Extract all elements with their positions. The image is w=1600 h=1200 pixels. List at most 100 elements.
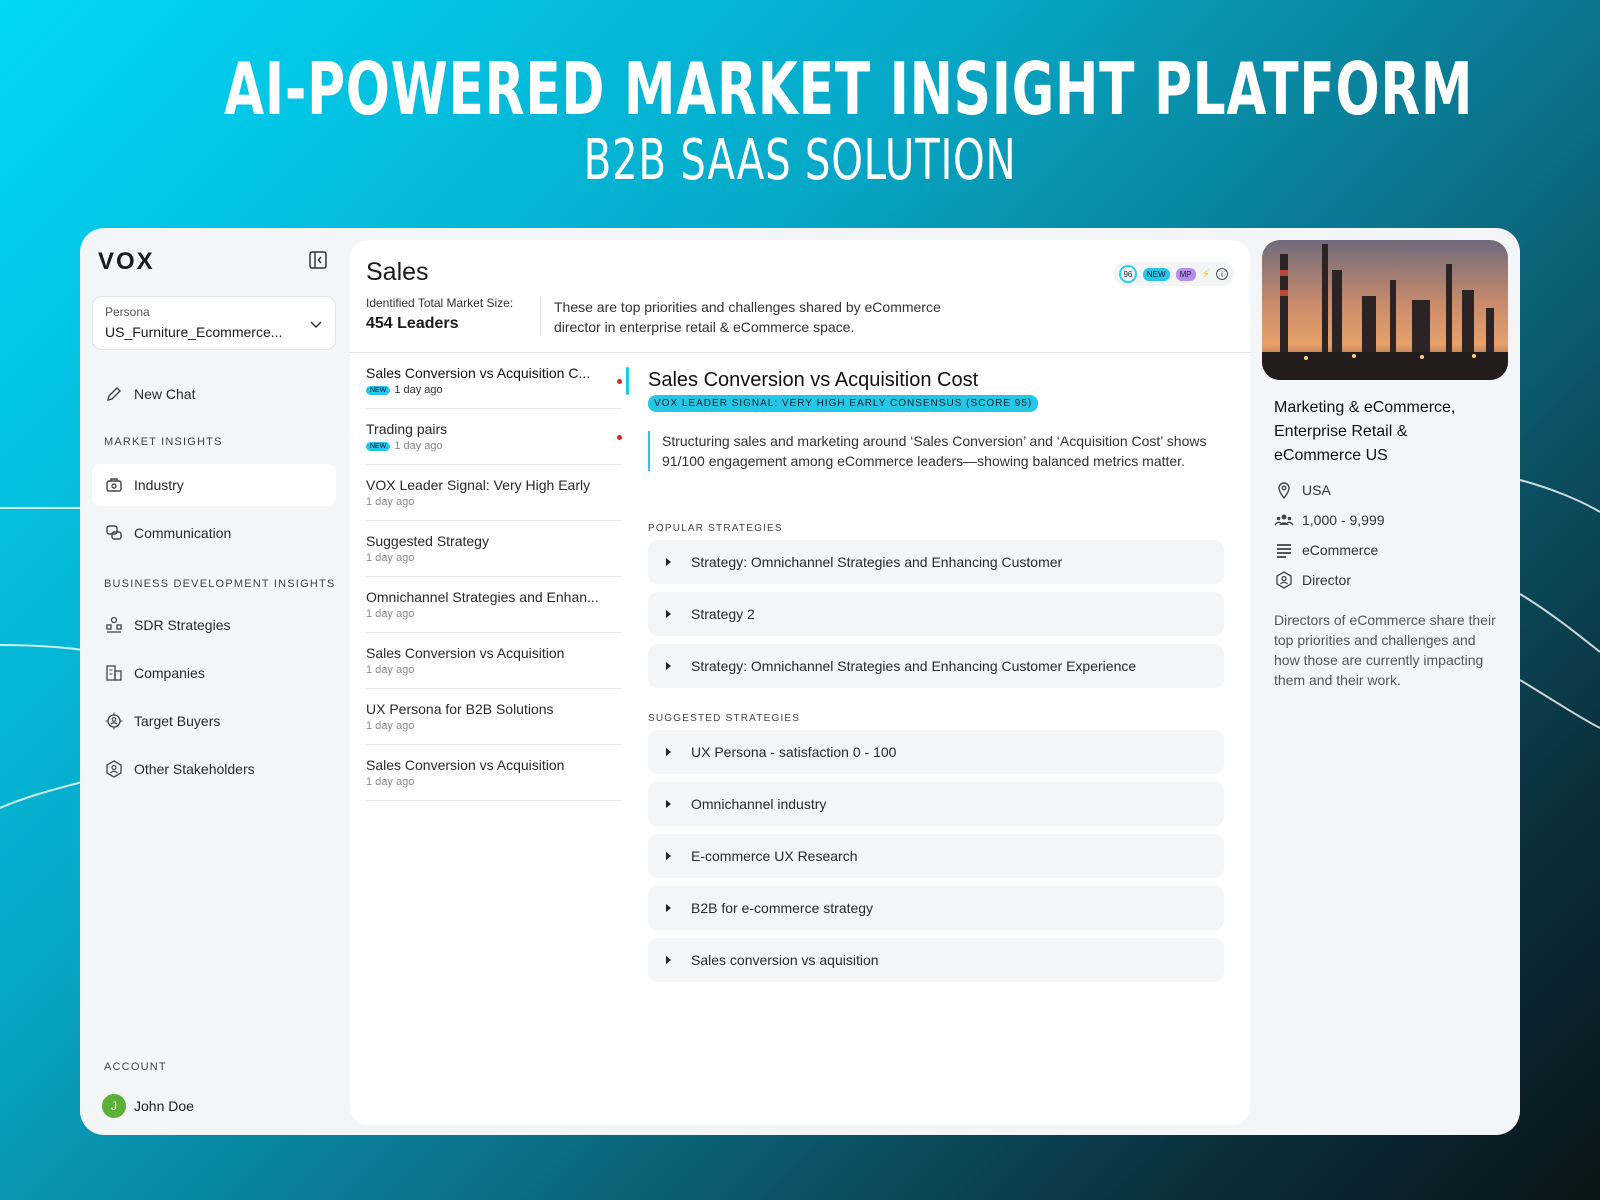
industry-value: eCommerce (1302, 542, 1379, 558)
target-icon (104, 711, 124, 731)
list-item-time: 1 day ago (366, 552, 415, 564)
industry-icon (104, 475, 124, 495)
list-item-title: Trading pairs (366, 421, 448, 437)
persona-panel: Marketing & eCommerce, Enterprise Retail… (1262, 240, 1508, 1125)
stakeholders-icon (104, 759, 124, 779)
list-item-time: 1 day ago (366, 720, 415, 732)
sidebar-item-label: Target Buyers (134, 713, 221, 729)
strategy-accordion[interactable]: Omnichannel industry (648, 782, 1224, 826)
hero-title: AI-POWERED MARKET INSIGHT PLATFORM (224, 47, 1474, 131)
info-icon[interactable]: i (1216, 268, 1228, 280)
account-label: ACCOUNT (104, 1061, 167, 1073)
insight-list: Sales Conversion vs Acquisition C... NEW… (366, 353, 622, 801)
app-window: VOX Persona US_Furniture_Ecommerce... Ne… (80, 228, 1520, 1135)
sdr-icon (104, 615, 124, 635)
avatar[interactable]: J (102, 1094, 126, 1118)
badge-group: 96 NEW MP ⚡ i (1112, 262, 1234, 286)
mp-badge: MP (1175, 267, 1196, 281)
list-item[interactable]: Sales Conversion vs Acquisition C... NEW… (366, 353, 622, 409)
caret-right-icon (666, 662, 671, 670)
accordion-label: Strategy: Omnichannel Strategies and Enh… (691, 658, 1137, 674)
sidebar-item-label: Other Stakeholders (134, 761, 255, 777)
caret-right-icon (666, 800, 671, 808)
list-item-title: Sales Conversion vs Acquisition C... (366, 365, 591, 381)
list-item[interactable]: Sales Conversion vs Acquisition 1 day ag… (366, 633, 622, 689)
caret-right-icon (666, 610, 671, 618)
market-size-value: 454 Leaders (366, 315, 459, 332)
strategy-accordion[interactable]: Strategy 2 (648, 592, 1224, 636)
persona-title: Marketing & eCommerce, Enterprise Retail… (1274, 399, 1456, 464)
user-name[interactable]: John Doe (134, 1098, 194, 1114)
persona-label: Persona (105, 305, 150, 319)
caret-right-icon (666, 558, 671, 566)
caret-right-icon (666, 852, 671, 860)
detail-title: Sales Conversion vs Acquisition Cost (648, 369, 979, 391)
strategy-accordion[interactable]: UX Persona - satisfaction 0 - 100 (648, 730, 1224, 774)
sidebar-item-sdr-strategies[interactable]: SDR Strategies (92, 604, 336, 646)
communication-icon (104, 523, 124, 543)
strategy-accordion[interactable]: Strategy: Omnichannel Strategies and Enh… (648, 644, 1224, 688)
sidebar-collapse-icon[interactable] (308, 250, 328, 270)
persona-description: Directors of eCommerce share their top p… (1274, 612, 1496, 688)
list-item-time: 1 day ago (394, 440, 443, 452)
accordion-label: Sales conversion vs aquisition (691, 952, 879, 968)
list-item-meta: NEW 1 day ago (366, 384, 622, 396)
sidebar-item-other-stakeholders[interactable]: Other Stakeholders (92, 748, 336, 790)
sidebar-item-label: Communication (134, 525, 232, 541)
accordion-label: Strategy: Omnichannel Strategies and Enh… (691, 554, 1063, 570)
list-item[interactable]: Suggested Strategy 1 day ago (366, 521, 622, 577)
list-item-title: Omnichannel Strategies and Enhan... (366, 589, 599, 605)
list-item-title: UX Persona for B2B Solutions (366, 701, 554, 717)
sidebar-item-label: Companies (134, 665, 205, 681)
hero-subtitle: B2B SAAS SOLUTION (583, 128, 1017, 193)
sidebar-item-companies[interactable]: Companies (92, 652, 336, 694)
new-chat-label: New Chat (134, 386, 196, 402)
list-item-title: VOX Leader Signal: Very High Early (366, 477, 591, 493)
list-item[interactable]: Trading pairs NEW 1 day ago (366, 409, 622, 465)
unread-dot (617, 379, 622, 384)
sidebar-item-target-buyers[interactable]: Target Buyers (92, 700, 336, 742)
list-item-title: Sales Conversion vs Acquisition (366, 645, 565, 661)
accordion-label: UX Persona - satisfaction 0 - 100 (691, 744, 897, 760)
role-row: Director (1274, 570, 1351, 590)
accordion-label: E-commerce UX Research (691, 848, 858, 864)
list-item-meta: NEW 1 day ago (366, 440, 622, 452)
caret-right-icon (666, 748, 671, 756)
main-panel: Sales 96 NEW MP ⚡ i Identified Total Mar… (350, 240, 1250, 1125)
list-item-title: Suggested Strategy (366, 533, 489, 549)
new-badge: NEW (1142, 267, 1170, 281)
accordion-label: Omnichannel industry (691, 796, 827, 812)
list-item[interactable]: Omnichannel Strategies and Enhan... 1 da… (366, 577, 622, 633)
pencil-icon (104, 384, 124, 404)
list-item[interactable]: Sales Conversion vs Acquisition 1 day ag… (366, 745, 622, 801)
signal-badge: VOX LEADER SIGNAL: VERY HIGH EARLY CONSE… (648, 395, 1039, 412)
hero: AI-POWERED MARKET INSIGHT PLATFORM B2B S… (0, 44, 1600, 194)
strategy-accordion[interactable]: Strategy: Omnichannel Strategies and Enh… (648, 540, 1224, 584)
sidebar-item-communication[interactable]: Communication (92, 512, 336, 554)
caret-right-icon (666, 956, 671, 964)
location-pin-icon (1274, 480, 1294, 500)
list-item[interactable]: UX Persona for B2B Solutions 1 day ago (366, 689, 622, 745)
strategy-accordion[interactable]: Sales conversion vs aquisition (648, 938, 1224, 982)
bolt-icon: ⚡ (1201, 267, 1210, 281)
list-item-time: 1 day ago (366, 496, 415, 508)
accordion-label: Strategy 2 (691, 606, 755, 622)
location-value: USA (1302, 482, 1331, 498)
industry-row: eCommerce (1274, 540, 1378, 560)
strategy-accordion[interactable]: E-commerce UX Research (648, 834, 1224, 878)
market-size-label: Identified Total Market Size: (366, 296, 514, 310)
market-description: These are top priorities and challenges … (554, 299, 941, 335)
score-badge: 96 (1118, 265, 1137, 283)
companies-icon (104, 663, 124, 683)
list-item[interactable]: VOX Leader Signal: Very High Early 1 day… (366, 465, 622, 521)
strategy-accordion[interactable]: B2B for e-commerce strategy (648, 886, 1224, 930)
detail-quote: Structuring sales and marketing around ‘… (648, 431, 1218, 471)
persona-select[interactable]: Persona US_Furniture_Ecommerce... (92, 296, 336, 350)
logo: VOX (98, 248, 155, 275)
page-title: Sales (366, 258, 429, 286)
new-chat-button[interactable]: New Chat (92, 373, 336, 415)
list-item-title: Sales Conversion vs Acquisition (366, 757, 565, 773)
list-item-time: 1 day ago (394, 384, 443, 396)
sidebar-item-industry[interactable]: Industry (92, 464, 336, 506)
lines-icon (1274, 540, 1294, 560)
